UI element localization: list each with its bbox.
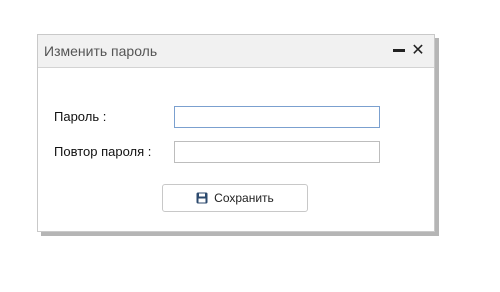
save-button-label: Сохранить [214,191,274,205]
dialog-title: Изменить пароль [44,43,158,59]
close-button[interactable]: ✕ [409,41,427,61]
password-field[interactable] [174,106,380,128]
dialog-titlebar[interactable]: Изменить пароль ✕ [38,35,434,68]
repeat-password-label: Повтор пароля : [54,144,152,159]
change-password-dialog: Изменить пароль ✕ Пароль : Повтор пароля… [37,34,435,232]
close-icon: ✕ [411,42,425,59]
repeat-password-field[interactable] [174,141,380,163]
password-label: Пароль : [54,109,107,124]
minus-icon [393,49,405,53]
floppy-disk-icon [196,192,208,204]
save-button[interactable]: Сохранить [162,184,308,212]
minimize-button[interactable] [390,41,408,61]
